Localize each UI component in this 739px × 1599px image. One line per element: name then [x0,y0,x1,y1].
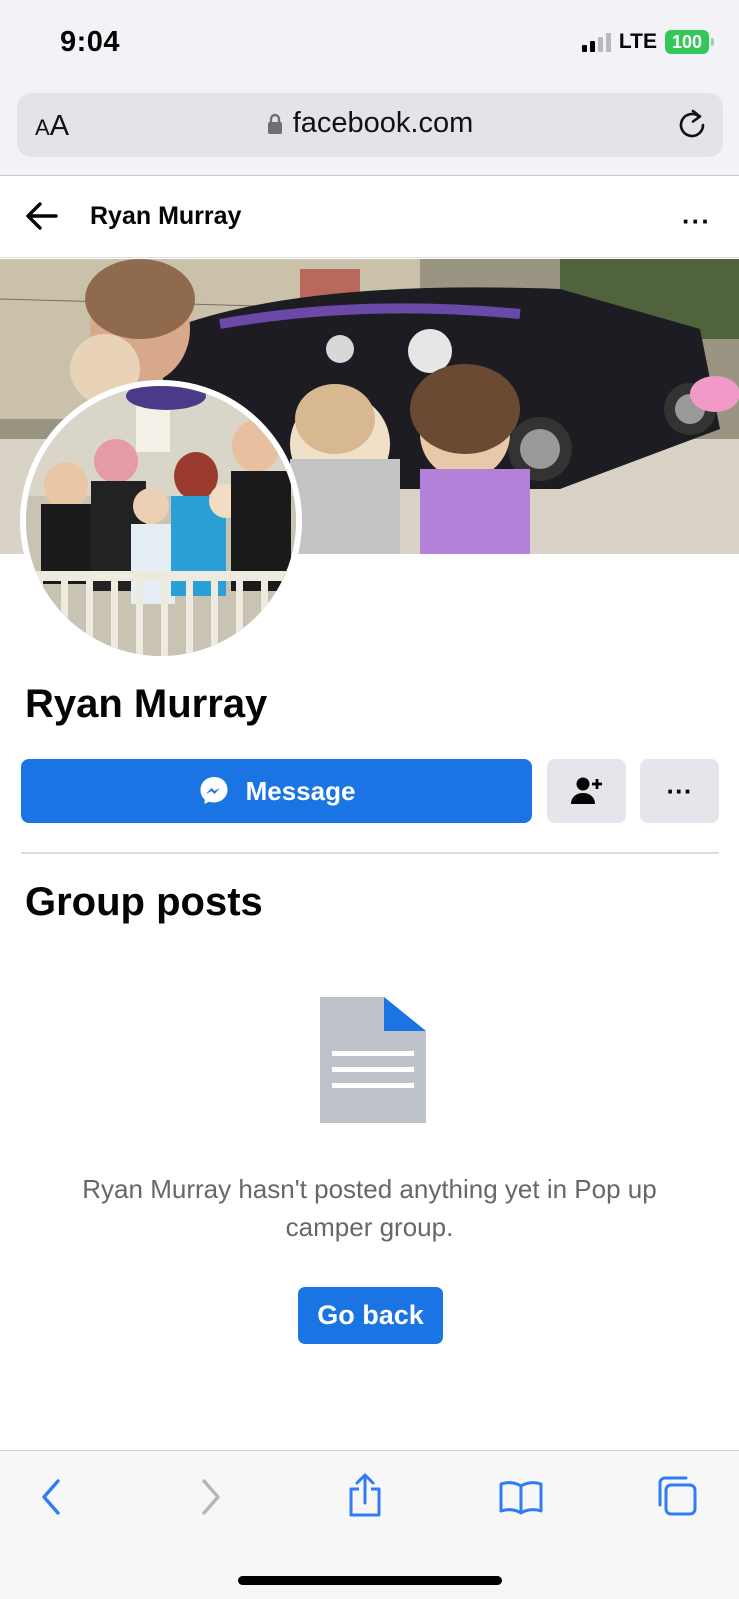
url-text: facebook.com [292,107,474,139]
go-back-button[interactable]: Go back [298,1287,443,1344]
book-icon [499,1481,543,1515]
header-title: Ryan Murray [90,202,242,230]
back-arrow-icon [26,202,58,230]
browser-forward-button[interactable] [196,1477,224,1522]
profile-picture[interactable] [20,380,302,662]
share-button[interactable] [346,1473,384,1524]
reload-button[interactable] [677,108,707,145]
tabs-icon [658,1476,697,1516]
browser-toolbar [0,1450,739,1599]
profile-name: Ryan Murray [25,682,268,726]
profile-actions: Message ··· [21,759,719,823]
messenger-icon [200,777,228,804]
divider [21,852,719,854]
chevron-left-icon [42,1479,60,1515]
home-indicator [238,1576,502,1585]
status-indicators: LTE 100 [581,30,714,54]
status-time: 9:04 [60,26,121,58]
browser-address-area: AA facebook.com [0,88,739,176]
network-type: LTE [618,30,657,53]
header-more-button[interactable]: ··· [682,206,711,237]
browser-back-button[interactable] [38,1477,66,1522]
chevron-right-icon [202,1479,220,1515]
empty-state-message: Ryan Murray hasn't posted anything yet i… [82,1174,657,1242]
message-button[interactable]: Message [21,759,532,823]
document-icon [320,997,426,1128]
lock-icon [267,113,282,134]
battery-level: 100 [671,32,703,52]
cellular-signal-icon [581,32,611,52]
profile-picture-image [26,386,296,656]
tabs-button[interactable] [656,1475,698,1522]
page-header: Ryan Murray ··· [0,176,739,258]
battery-icon: 100 [665,30,714,54]
add-friend-icon [570,777,602,804]
bookmarks-button[interactable] [498,1479,544,1520]
message-button-label: Message [245,775,356,806]
add-friend-button[interactable] [547,759,626,823]
address-bar[interactable]: AA facebook.com [17,93,723,157]
back-button[interactable] [24,198,60,239]
more-options-label: ··· [666,775,693,806]
status-bar: 9:04 LTE 100 [0,0,739,88]
more-options-button[interactable]: ··· [640,759,719,823]
share-icon [349,1473,381,1517]
group-posts-title: Group posts [25,880,263,924]
reload-icon [679,109,705,138]
